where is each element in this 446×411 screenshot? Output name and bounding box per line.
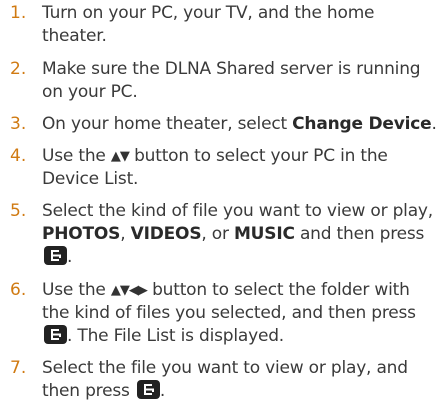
step-4-text-before: Use the (42, 146, 111, 166)
enter-icon (44, 246, 67, 265)
step-number: 5. (10, 201, 27, 221)
step-5-end: . (67, 247, 73, 267)
step-text: Use the ▲▼ button to select your PC in t… (42, 145, 442, 191)
step-number: 6. (10, 280, 27, 300)
step-text: Select the file you want to view or play… (42, 357, 442, 403)
videos-label: VIDEOS (130, 224, 202, 244)
music-label: MUSIC (233, 224, 295, 244)
step-2-text: Make sure the DLNA Shared server is runn… (42, 59, 421, 102)
up-down-arrow-icon: ▲▼ (110, 149, 130, 164)
step-3-text-after: . (431, 114, 437, 134)
step-6-end: . The File List is displayed. (67, 326, 285, 346)
step-5-separator: , (120, 224, 131, 244)
step-text: On your home theater, select Change Devi… (42, 113, 442, 136)
photos-label: PHOTOS (42, 224, 121, 244)
step-text: Use the ▲▼◀▶ button to select the folder… (42, 279, 442, 348)
instruction-page: 1. Turn on your PC, your TV, and the hom… (0, 0, 446, 411)
direction-arrows-icon: ▲▼◀▶ (110, 283, 148, 298)
enter-icon (44, 325, 67, 344)
step-text: Select the kind of file you want to view… (42, 200, 442, 269)
step-number: 7. (10, 358, 27, 378)
step-number: 2. (10, 59, 27, 79)
step-6-text-before: Use the (42, 280, 111, 300)
step-text: Make sure the DLNA Shared server is runn… (42, 58, 442, 104)
step-7-text-before: Select the file you want to view or play… (42, 358, 408, 401)
step-5-text-before: Select the kind of file you want to view… (42, 201, 433, 221)
step-number: 3. (10, 114, 27, 134)
step-5-separator: , or (201, 224, 234, 244)
change-device-label: Change Device (292, 114, 432, 134)
step-5-text-after: and then press (294, 224, 425, 244)
step-1-text: Turn on your PC, your TV, and the home t… (42, 3, 375, 46)
step-text: Turn on your PC, your TV, and the home t… (42, 2, 442, 48)
step-7-end: . (159, 381, 166, 401)
step-3-text-before: On your home theater, select (42, 114, 293, 134)
step-number: 4. (10, 146, 27, 166)
enter-icon (136, 380, 160, 399)
step-number: 1. (10, 3, 27, 23)
